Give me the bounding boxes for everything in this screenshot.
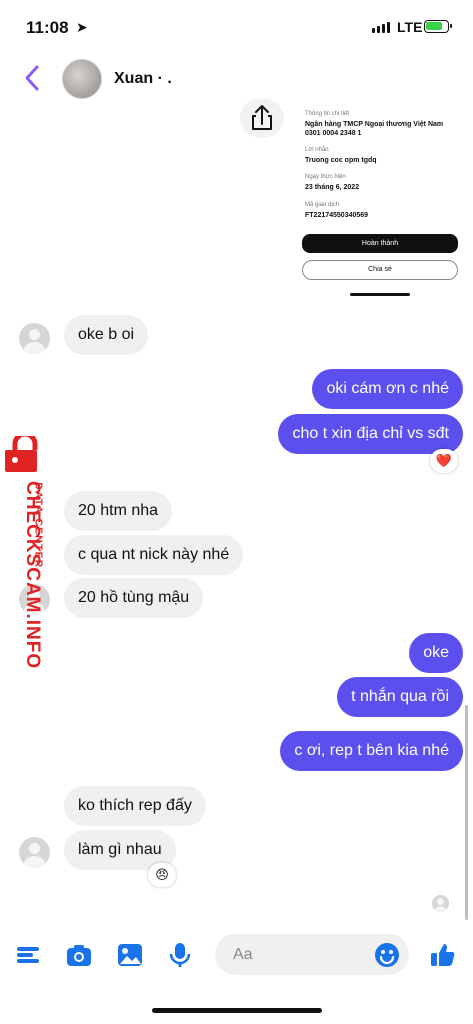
emoji-icon[interactable] — [374, 942, 400, 968]
message-composer: Aa — [0, 930, 473, 980]
location-arrow-icon: ➤ — [76, 19, 88, 35]
watermark-subtext: DATA CENTER — [32, 482, 44, 569]
receipt-done-button: Hoàn thành — [302, 234, 458, 253]
message-bubble-outgoing[interactable]: oke — [409, 633, 463, 673]
share-icon — [252, 105, 272, 130]
receipt-txn-label: Mã giao dịch — [305, 202, 340, 208]
status-time: 11:08 — [26, 18, 69, 37]
lock-watermark-icon — [5, 436, 38, 472]
message-bubble-outgoing[interactable]: oki cám ơn c nhé — [312, 369, 463, 409]
status-bar: 11:08 ➤ LTE — [0, 0, 473, 52]
heart-reaction-icon[interactable]: ❤️ — [430, 449, 458, 473]
message-bubble-outgoing[interactable]: cho t xin địa chỉ vs sđt — [278, 414, 463, 454]
thumbs-up-icon[interactable] — [430, 942, 456, 968]
network-type: LTE — [397, 19, 423, 35]
receipt-details-label: Thông tin chi tiết — [305, 111, 350, 117]
gallery-icon[interactable] — [117, 942, 143, 968]
receipt-txn: FT22174550340569 — [305, 212, 369, 219]
receipt-share-button: Chia sẻ — [302, 260, 458, 280]
seen-avatar-icon — [432, 895, 449, 912]
receipt-date: 23 tháng 6, 2022 — [305, 184, 360, 191]
message-bubble-incoming[interactable]: 20 htm nha — [64, 491, 173, 531]
microphone-icon[interactable] — [167, 942, 193, 968]
receipt-home-indicator — [350, 293, 410, 296]
camera-icon[interactable] — [66, 942, 92, 968]
contact-name[interactable]: Xuan · . — [114, 70, 172, 88]
message-bubble-incoming[interactable]: 20 hồ tùng mậu — [64, 578, 204, 618]
receipt-account: 0301 0004 2348 1 — [305, 130, 362, 137]
contact-avatar-small[interactable] — [19, 837, 50, 868]
chevron-left-icon[interactable] — [22, 64, 44, 92]
message-bubble-incoming[interactable]: c qua nt nick này nhé — [64, 535, 244, 575]
battery-icon — [424, 20, 452, 33]
angry-reaction-icon[interactable]: 😠 — [148, 863, 176, 887]
contact-avatar-small[interactable] — [19, 323, 50, 354]
message-bubble-incoming[interactable]: oke b oi — [64, 315, 149, 355]
home-indicator — [152, 1008, 322, 1013]
message-input-placeholder: Aa — [233, 946, 253, 963]
receipt-message: Truong coc opm tgdq — [305, 157, 377, 164]
share-button[interactable] — [240, 98, 284, 138]
receipt-bank: Ngân hàng TMCP Ngoại thương Việt Nam — [305, 121, 444, 128]
scrollbar[interactable] — [465, 705, 468, 920]
signal-bars-icon — [372, 22, 390, 33]
message-bubble-outgoing[interactable]: t nhắn qua rồi — [337, 677, 463, 717]
receipt-message-label: Lời nhắn — [305, 147, 329, 153]
contact-avatar[interactable] — [62, 59, 102, 99]
message-bubble-outgoing[interactable]: c ơi, rep t bên kia nhé — [280, 731, 463, 771]
menu-icon[interactable] — [16, 942, 42, 968]
receipt-date-label: Ngày thực hiện — [305, 174, 346, 180]
message-bubble-incoming[interactable]: ko thích rep đấy — [64, 786, 206, 826]
